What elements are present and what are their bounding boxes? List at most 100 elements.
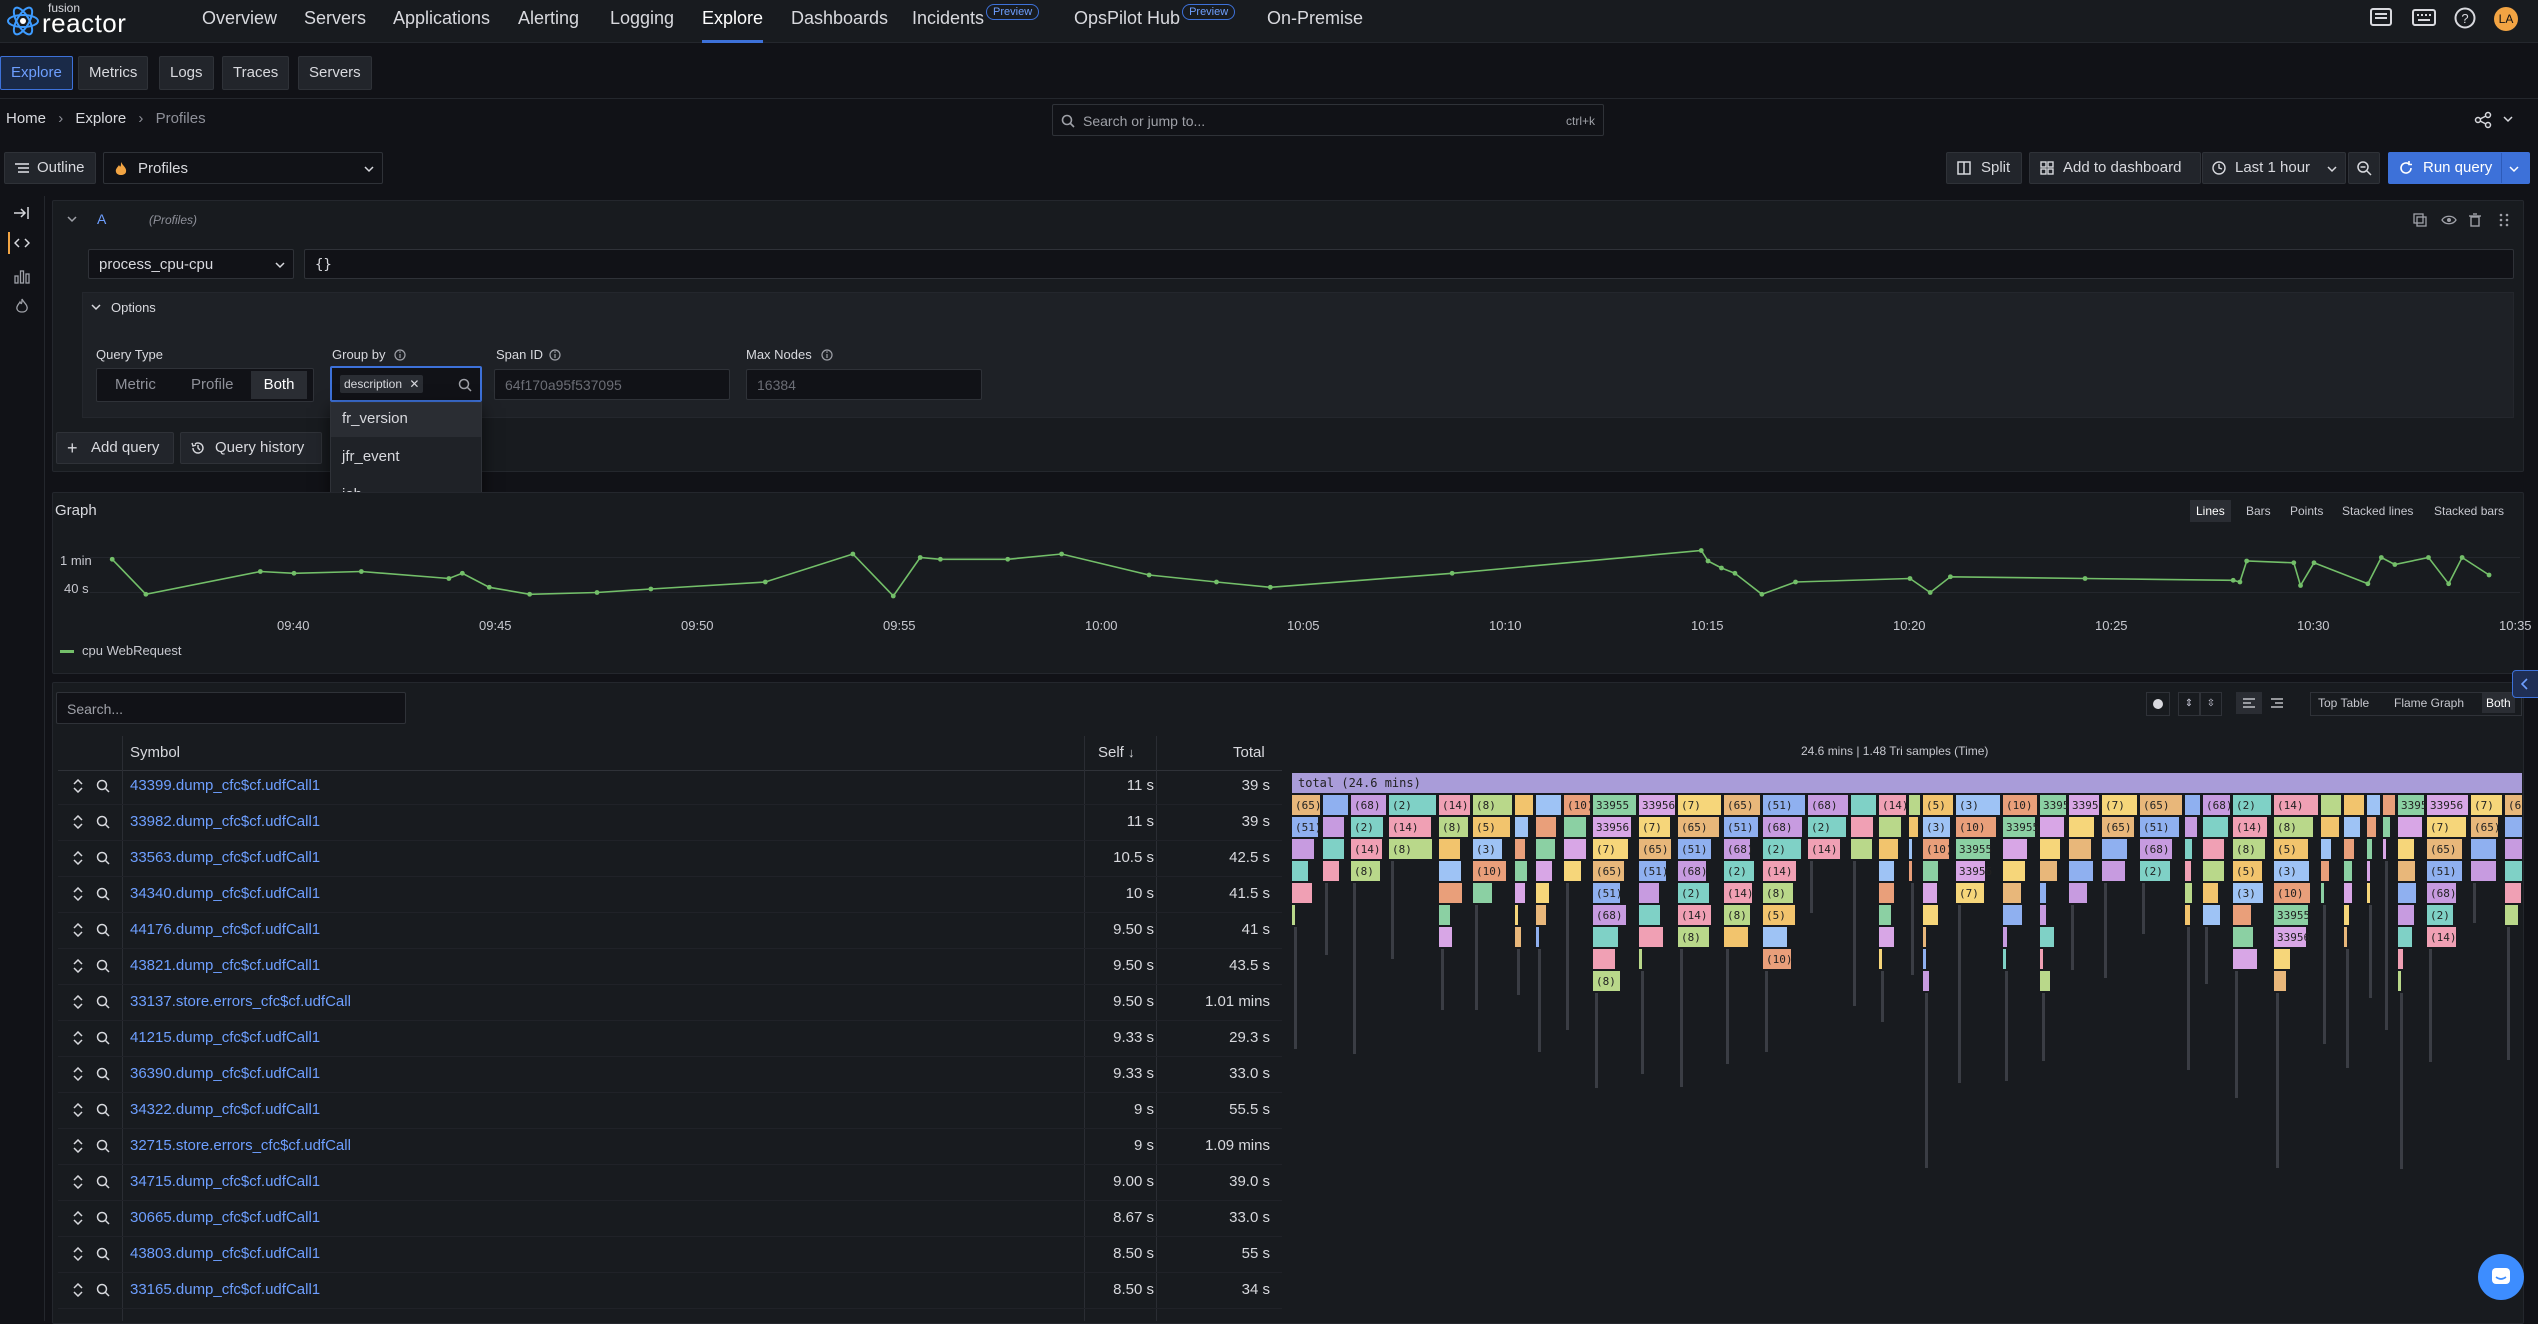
flame-frame[interactable] bbox=[1639, 949, 1642, 969]
query-type-metric[interactable]: Metric bbox=[115, 376, 156, 393]
table-row[interactable]: 43803.dump_cfc$cf.udfCall1 8.50 s 55 s bbox=[58, 1236, 1282, 1273]
flame-frame[interactable] bbox=[1536, 795, 1561, 815]
expand-collapse-icon[interactable] bbox=[72, 1211, 84, 1225]
code-icon[interactable] bbox=[14, 236, 30, 250]
profile-type-select[interactable]: process_cpu-cpu bbox=[88, 249, 294, 279]
flame-frame[interactable] bbox=[1853, 861, 1856, 1006]
flame-frame[interactable] bbox=[2385, 861, 2388, 1030]
flame-frame[interactable] bbox=[2344, 795, 2364, 815]
flame-frame[interactable] bbox=[2235, 971, 2238, 1098]
flame-frame[interactable] bbox=[2203, 817, 2228, 837]
chevron-down-icon[interactable] bbox=[2502, 114, 2514, 124]
search-icon[interactable] bbox=[96, 959, 110, 973]
search-icon[interactable] bbox=[96, 1139, 110, 1153]
flame-frame[interactable] bbox=[2233, 905, 2251, 925]
expand-collapse-icon[interactable] bbox=[72, 1247, 84, 1261]
flame-frame[interactable] bbox=[1909, 795, 1920, 815]
flame-frame[interactable] bbox=[1879, 839, 1898, 859]
flame-frame[interactable] bbox=[1475, 905, 1478, 1010]
nav-logging[interactable]: Logging bbox=[610, 0, 674, 40]
search-icon[interactable] bbox=[96, 1067, 110, 1081]
flame-frame[interactable] bbox=[1292, 861, 1308, 881]
symbol-link[interactable]: 44176.dump_cfc$cf.udfCall1 bbox=[130, 912, 320, 948]
flame-frame[interactable] bbox=[1515, 839, 1525, 859]
data-point[interactable] bbox=[2082, 576, 2088, 581]
column-symbol[interactable]: Symbol bbox=[130, 744, 180, 761]
flame-frame[interactable] bbox=[2185, 883, 2192, 903]
data-point[interactable] bbox=[1449, 570, 1455, 576]
flame-frame[interactable] bbox=[1536, 883, 1549, 903]
chat-launcher-button[interactable] bbox=[2478, 1254, 2524, 1300]
flame-frame[interactable] bbox=[1909, 861, 1912, 881]
nav-explore[interactable]: Explore bbox=[702, 0, 764, 43]
data-point[interactable] bbox=[1059, 551, 1064, 557]
flame-frame[interactable] bbox=[1292, 839, 1314, 859]
flame-frame[interactable] bbox=[1879, 817, 1901, 837]
data-point[interactable] bbox=[143, 591, 149, 597]
flame-frame[interactable] bbox=[2102, 839, 2127, 859]
data-point[interactable] bbox=[1719, 565, 1724, 571]
flame-frame[interactable] bbox=[1536, 839, 1555, 859]
data-point[interactable] bbox=[938, 556, 943, 562]
flame-frame[interactable] bbox=[1881, 971, 1884, 1022]
flame-frame[interactable] bbox=[2398, 927, 2412, 947]
symbol-link[interactable]: 34715.dump_cfc$cf.udfCall1 bbox=[130, 1164, 320, 1200]
expand-collapse-icon[interactable] bbox=[72, 1175, 84, 1189]
flame-frame[interactable] bbox=[2321, 817, 2339, 837]
dropdown-option[interactable]: jfr_event bbox=[342, 448, 400, 465]
symbol-link[interactable]: 34340.dump_cfc$cf.udfCall1 bbox=[130, 876, 320, 912]
flame-frame[interactable] bbox=[2040, 817, 2064, 837]
flame-frame[interactable] bbox=[1851, 839, 1872, 859]
color-scheme-button[interactable] bbox=[2146, 692, 2170, 716]
options-label[interactable]: Options bbox=[111, 300, 156, 315]
expand-collapse-icon[interactable] bbox=[72, 1139, 84, 1153]
data-point[interactable] bbox=[1793, 579, 1798, 585]
subtab-explore[interactable]: Explore bbox=[0, 56, 73, 90]
subtab-servers[interactable]: Servers bbox=[298, 56, 372, 90]
flame-frame[interactable] bbox=[2069, 839, 2091, 859]
flame-frame[interactable] bbox=[2040, 949, 2043, 969]
flame-frame[interactable] bbox=[2344, 905, 2349, 925]
data-point[interactable] bbox=[486, 584, 492, 590]
flame-frame[interactable] bbox=[1724, 927, 1748, 947]
flame-frame[interactable] bbox=[1323, 817, 1344, 837]
symbol-link[interactable]: 43399.dump_cfc$cf.udfCall1 bbox=[130, 768, 320, 804]
data-point[interactable] bbox=[2378, 555, 2384, 560]
table-row[interactable]: 33982.dump_cfc$cf.udfCall1 11 s 39 s bbox=[58, 804, 1282, 841]
data-point[interactable] bbox=[648, 586, 654, 592]
view-both[interactable]: Both bbox=[2482, 693, 2515, 713]
flame-frame[interactable] bbox=[1323, 795, 1348, 815]
datasource-picker[interactable]: Profiles bbox=[103, 152, 383, 184]
breadcrumb-home[interactable]: Home bbox=[6, 110, 46, 127]
nav-opspilot-hub[interactable]: OpsPilot Hub Preview bbox=[1074, 0, 1236, 40]
copy-icon[interactable] bbox=[2413, 213, 2427, 227]
flame-frame[interactable] bbox=[2185, 839, 2192, 859]
flame-frame[interactable] bbox=[1323, 861, 1339, 881]
data-point[interactable] bbox=[1698, 548, 1704, 553]
search-icon[interactable] bbox=[96, 1031, 110, 1045]
flame-frame[interactable] bbox=[2321, 883, 2324, 903]
flame-frame[interactable] bbox=[2344, 839, 2354, 859]
data-point[interactable] bbox=[1732, 570, 1738, 576]
search-icon[interactable] bbox=[96, 1211, 110, 1225]
flame-frame[interactable] bbox=[2344, 927, 2347, 947]
view-top-table[interactable]: Top Table bbox=[2318, 696, 2369, 710]
flame-frame[interactable] bbox=[1639, 927, 1663, 947]
flame-frame[interactable] bbox=[2069, 883, 2087, 903]
flame-frame[interactable] bbox=[2383, 839, 2386, 859]
flame-frame[interactable] bbox=[1323, 839, 1344, 859]
flame-root-frame[interactable] bbox=[1292, 773, 2522, 793]
flame-frame[interactable] bbox=[2233, 949, 2257, 969]
flame-frame[interactable] bbox=[1517, 949, 1520, 995]
add-to-dashboard-button[interactable]: Add to dashboard bbox=[2029, 152, 2201, 184]
nav-on-premise[interactable]: On-Premise bbox=[1267, 0, 1363, 40]
table-row[interactable]: 43399.dump_cfc$cf.udfCall1 11 s 39 s bbox=[58, 768, 1282, 805]
table-row[interactable]: 34322.dump_cfc$cf.udfCall1 9 s 55.5 s bbox=[58, 1092, 1282, 1129]
data-point[interactable] bbox=[1927, 590, 1933, 595]
span-id-input[interactable]: 64f170a95f537095 bbox=[494, 369, 730, 400]
flame-frame[interactable] bbox=[2233, 927, 2253, 947]
flame-frame[interactable] bbox=[1536, 905, 1546, 925]
flame-frame[interactable] bbox=[2429, 949, 2432, 1062]
flame-frame[interactable] bbox=[2003, 905, 2022, 925]
breadcrumb-explore[interactable]: Explore bbox=[75, 110, 126, 127]
